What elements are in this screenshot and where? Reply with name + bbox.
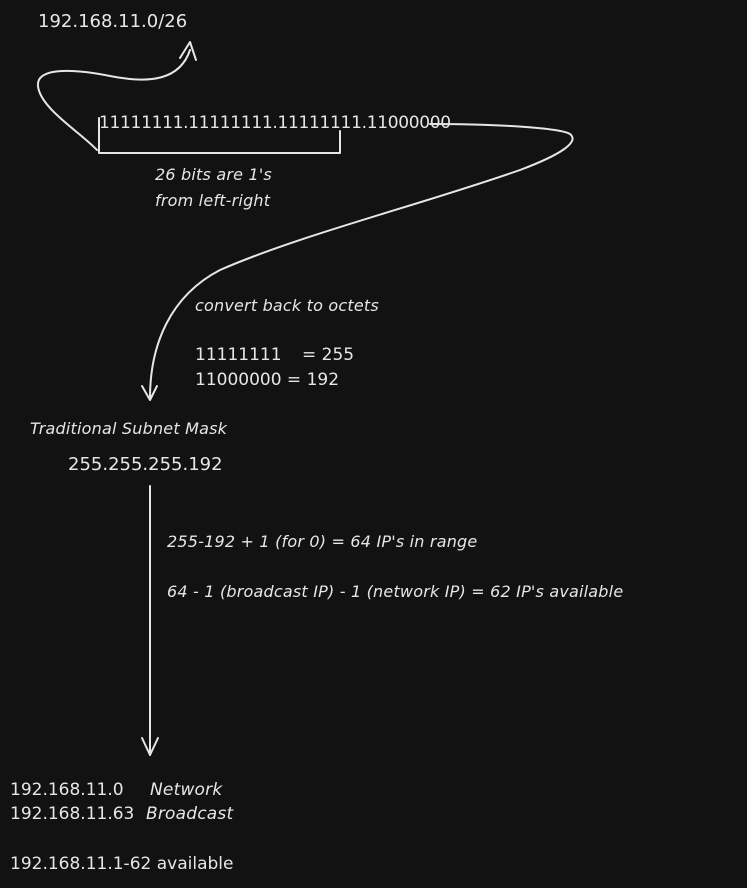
calc-available: 64 - 1 (broadcast IP) - 1 (network IP) =… (167, 582, 624, 601)
binary-mask: 11111111.11111111.11111111.11000000 (99, 113, 451, 133)
available-range: 192.168.11.1-62 available (10, 854, 234, 874)
mask-label: Traditional Subnet Mask (30, 419, 228, 438)
bits-note-line2: from left-right (155, 191, 271, 210)
network-label: Network (150, 780, 223, 800)
calc-range: 255-192 + 1 (for 0) = 64 IP's in range (167, 532, 478, 551)
connector-layer (36, 41, 574, 756)
loop-arrow-to-cidr (36, 49, 191, 151)
convert-title: convert back to octets (195, 296, 379, 315)
bits-note-line1: 26 bits are 1's (155, 165, 272, 184)
mask-value: 255.255.255.192 (68, 454, 223, 475)
network-ip: 192.168.11.0 (10, 780, 124, 800)
convert-row2: 11000000 = 192 (195, 370, 340, 390)
cidr-notation: 192.168.11.0/26 (38, 11, 188, 32)
diagram-canvas: 192.168.11.0/26 11111111.11111111.111111… (0, 0, 747, 888)
broadcast-label: Broadcast (146, 804, 234, 824)
broadcast-ip: 192.168.11.63 (10, 804, 135, 824)
convert-row1-bits: 11111111 (195, 345, 282, 365)
convert-row1-value: = 255 (302, 345, 355, 365)
